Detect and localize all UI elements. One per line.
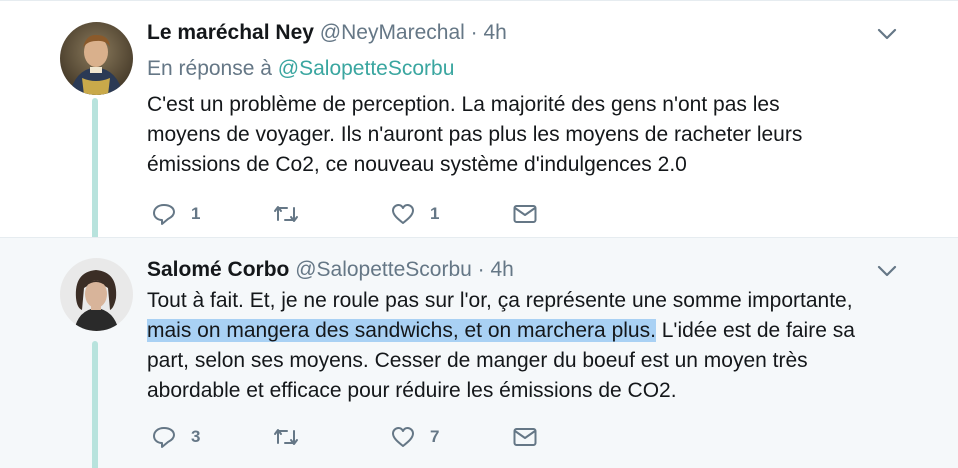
reply-icon xyxy=(151,202,177,226)
reply-prefix: En réponse à xyxy=(147,57,272,80)
tweet-text-line: émissions de Co2, ce nouveau système d'i… xyxy=(147,153,687,176)
separator-dot: · xyxy=(477,258,485,281)
envelope-icon xyxy=(512,425,538,449)
retweet-button[interactable] xyxy=(272,199,314,229)
tweet-text: Tout à fait. Et, je ne roule pas sur l'o… xyxy=(147,286,855,406)
timestamp[interactable]: 4h xyxy=(490,258,513,281)
separator-dot: · xyxy=(470,21,478,44)
text-selection-highlight: mais on mangera des sandwichs, et on mar… xyxy=(147,319,656,342)
retweet-button[interactable] xyxy=(272,422,314,452)
like-count: 1 xyxy=(430,204,440,223)
tweet-header: Salomé Corbo @SalopetteScorbu · 4h xyxy=(147,258,514,282)
like-count: 7 xyxy=(430,427,440,446)
tweet-text-segment: L'idée est de faire sa xyxy=(655,319,855,342)
tweet-actions: 1 1 xyxy=(0,199,958,229)
reply-button[interactable]: 1 xyxy=(151,199,200,229)
reply-context: En réponse à @SalopetteScorbu xyxy=(147,57,454,81)
chevron-down-icon[interactable] xyxy=(876,263,898,279)
retweet-icon xyxy=(272,425,300,449)
author-handle[interactable]: @NeyMarechal xyxy=(320,21,465,44)
tweet-text-line: part, selon ses moyens. Cesser de manger… xyxy=(147,349,808,372)
tweet-actions: 3 7 xyxy=(0,422,958,452)
tweet-text-line: C'est un problème de perception. La majo… xyxy=(147,93,780,116)
reply-icon xyxy=(151,425,177,449)
avatar[interactable] xyxy=(60,22,133,95)
reply-mention-link[interactable]: @SalopetteScorbu xyxy=(278,57,455,80)
like-button[interactable]: 1 xyxy=(390,199,439,229)
timestamp[interactable]: 4h xyxy=(484,21,507,44)
like-button[interactable]: 7 xyxy=(390,422,439,452)
envelope-icon xyxy=(512,202,538,226)
reply-count: 1 xyxy=(191,204,201,223)
direct-message-button[interactable] xyxy=(512,199,538,229)
avatar[interactable] xyxy=(60,258,133,331)
tweet-text-line: Tout à fait. Et, je ne roule pas sur l'o… xyxy=(147,289,853,312)
author-handle[interactable]: @SalopetteScorbu xyxy=(295,258,472,281)
heart-icon xyxy=(390,425,416,449)
tweet-text: C'est un problème de perception. La majo… xyxy=(147,90,802,180)
author-name[interactable]: Le maréchal Ney xyxy=(147,21,314,44)
tweet-text-line: abordable et efficace pour réduire les é… xyxy=(147,379,677,402)
chevron-down-icon[interactable] xyxy=(876,26,898,42)
reply-count: 3 xyxy=(191,427,201,446)
tweet-header: Le maréchal Ney @NeyMarechal · 4h xyxy=(147,21,507,45)
retweet-icon xyxy=(272,202,300,226)
tweet[interactable]: Salomé Corbo @SalopetteScorbu · 4h Tout … xyxy=(0,237,958,468)
tweet[interactable]: Le maréchal Ney @NeyMarechal · 4h En rép… xyxy=(0,0,958,248)
heart-icon xyxy=(390,202,416,226)
tweet-text-line: mais on mangera des sandwichs, et on mar… xyxy=(147,316,855,346)
reply-button[interactable]: 3 xyxy=(151,422,200,452)
direct-message-button[interactable] xyxy=(512,422,538,452)
tweet-text-line: moyens de voyager. Ils n'auront pas plus… xyxy=(147,123,803,146)
author-name[interactable]: Salomé Corbo xyxy=(147,258,289,281)
